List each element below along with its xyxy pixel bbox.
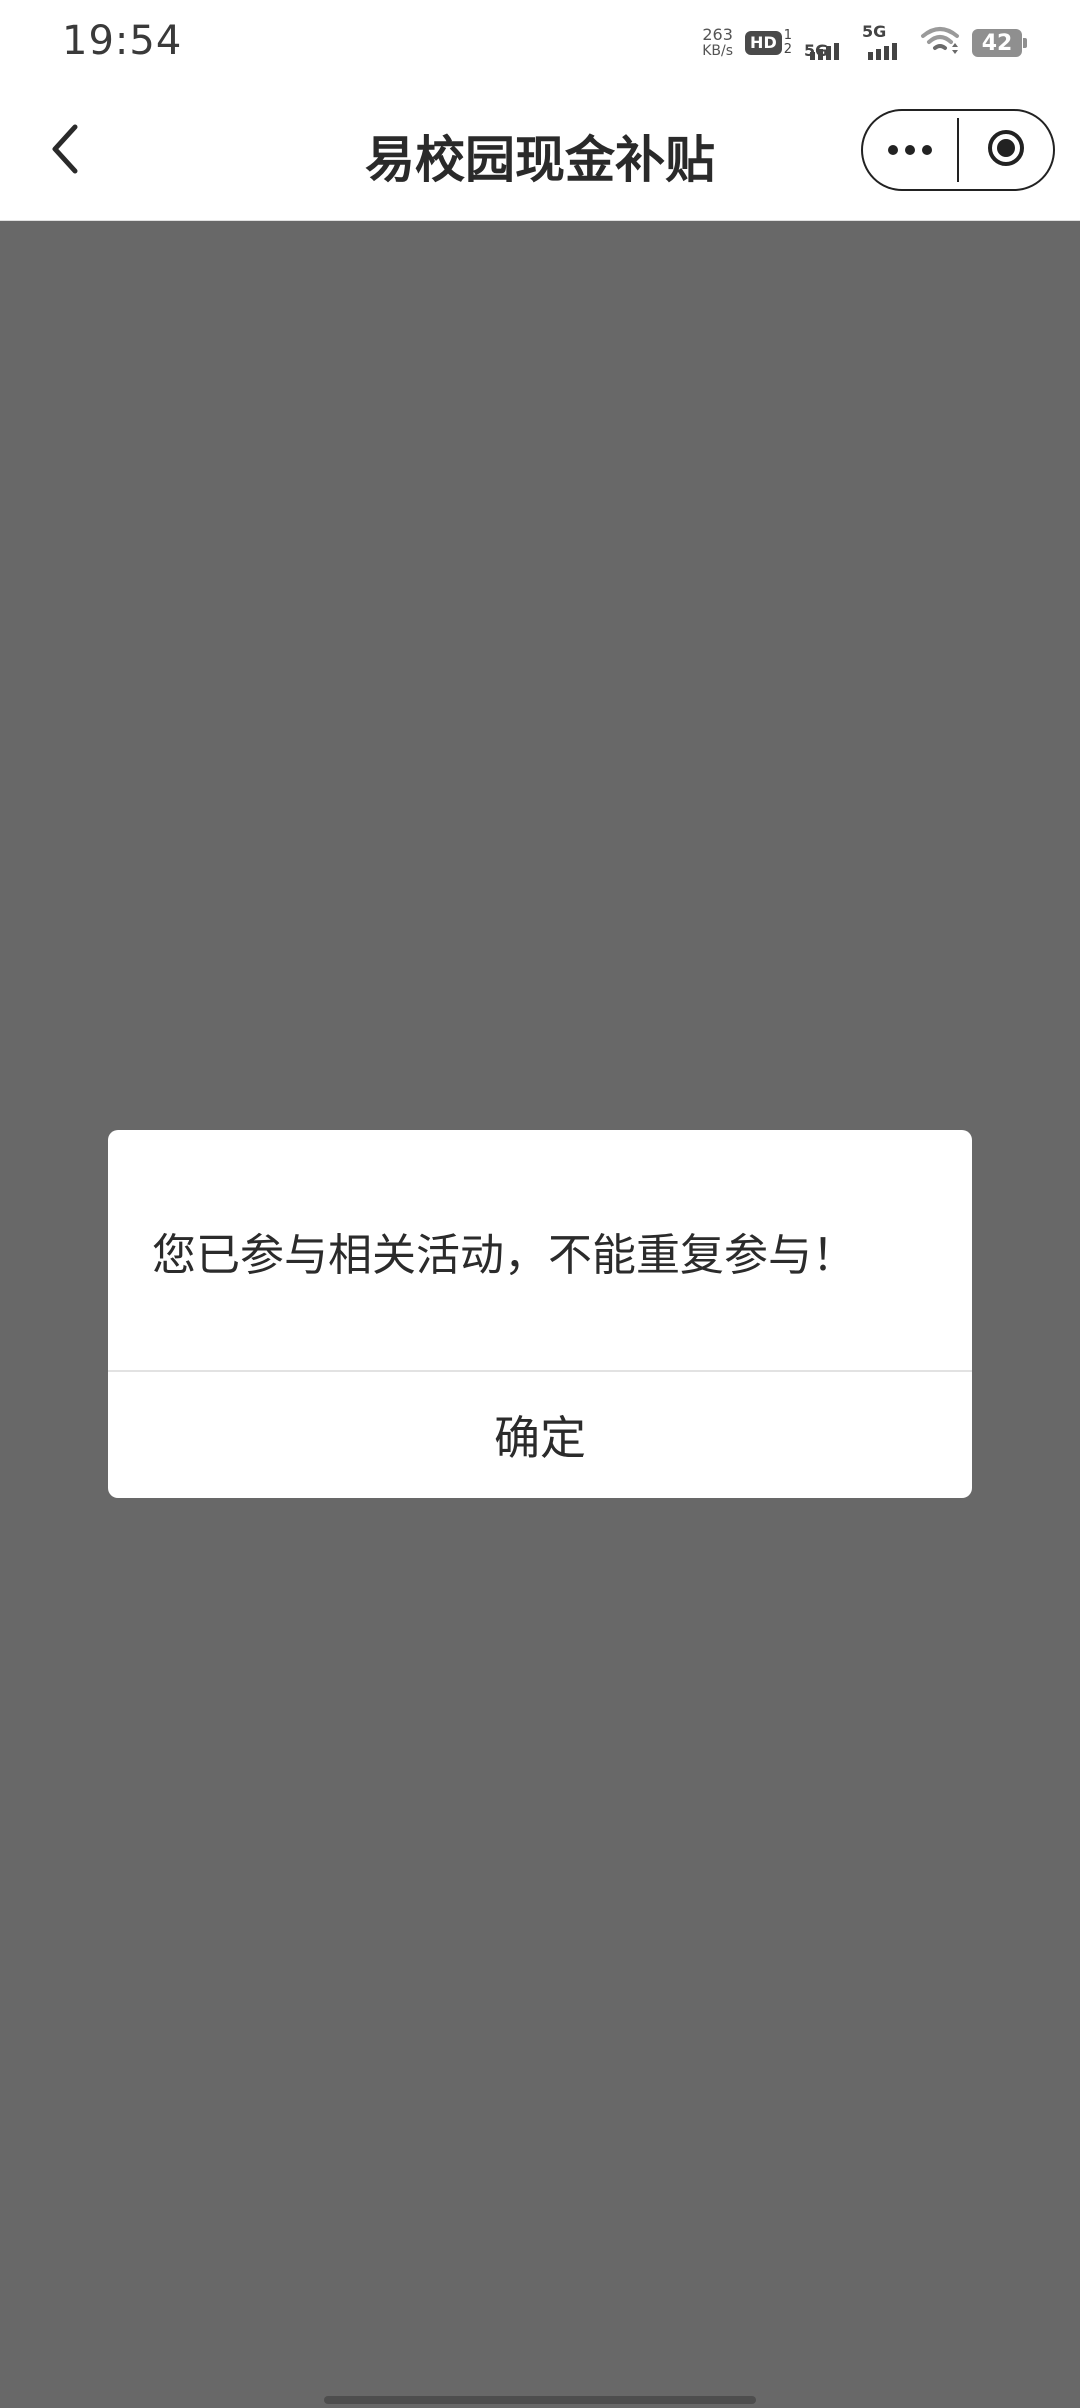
status-icons: 263 KB/s HD 1 2 5G 5G 42 [702,22,1027,64]
dialog-message: 您已参与相关活动，不能重复参与！ [152,1230,856,1281]
confirm-button[interactable]: 确定 [108,1372,972,1498]
back-button[interactable] [30,116,100,186]
home-indicator[interactable] [324,2396,756,2404]
close-mini-program-button[interactable] [959,111,1053,189]
sim2-signal-bars [868,43,897,60]
hd-voice-icon: HD 1 2 [745,29,792,57]
more-dots-icon [887,141,933,160]
nav-bar: 易校园现金补贴 [0,86,1080,221]
hd-sim-top: 1 [783,28,792,43]
network-speed-unit: KB/s [702,43,734,59]
mini-program-capsule [861,109,1055,191]
record-circle-icon [986,128,1026,172]
status-time: 19:54 [62,18,183,64]
battery-icon: 42 [972,29,1027,57]
wifi-icon [920,25,960,61]
status-bar: 19:54 263 KB/s HD 1 2 5G 5G 42 [0,0,1080,86]
battery-level: 42 [981,30,1013,56]
hd-sim-bottom: 2 [783,42,792,57]
more-button[interactable] [863,111,957,189]
sim1-signal-bars [810,43,839,60]
network-speed: 263 KB/s [702,25,734,60]
signal-5g-icon: 5G [804,24,850,62]
hd-label: HD [745,31,782,55]
chevron-left-icon [45,121,85,181]
hd-sim-indicator: 1 2 [784,29,792,57]
alert-dialog: 您已参与相关活动，不能重复参与！ 确定 [108,1130,972,1498]
page-title: 易校园现金补贴 [365,131,715,189]
network-speed-value: 263 [702,25,733,44]
signal-5g-icon: 5G [862,22,908,62]
sim2-network-label: 5G [862,22,887,41]
